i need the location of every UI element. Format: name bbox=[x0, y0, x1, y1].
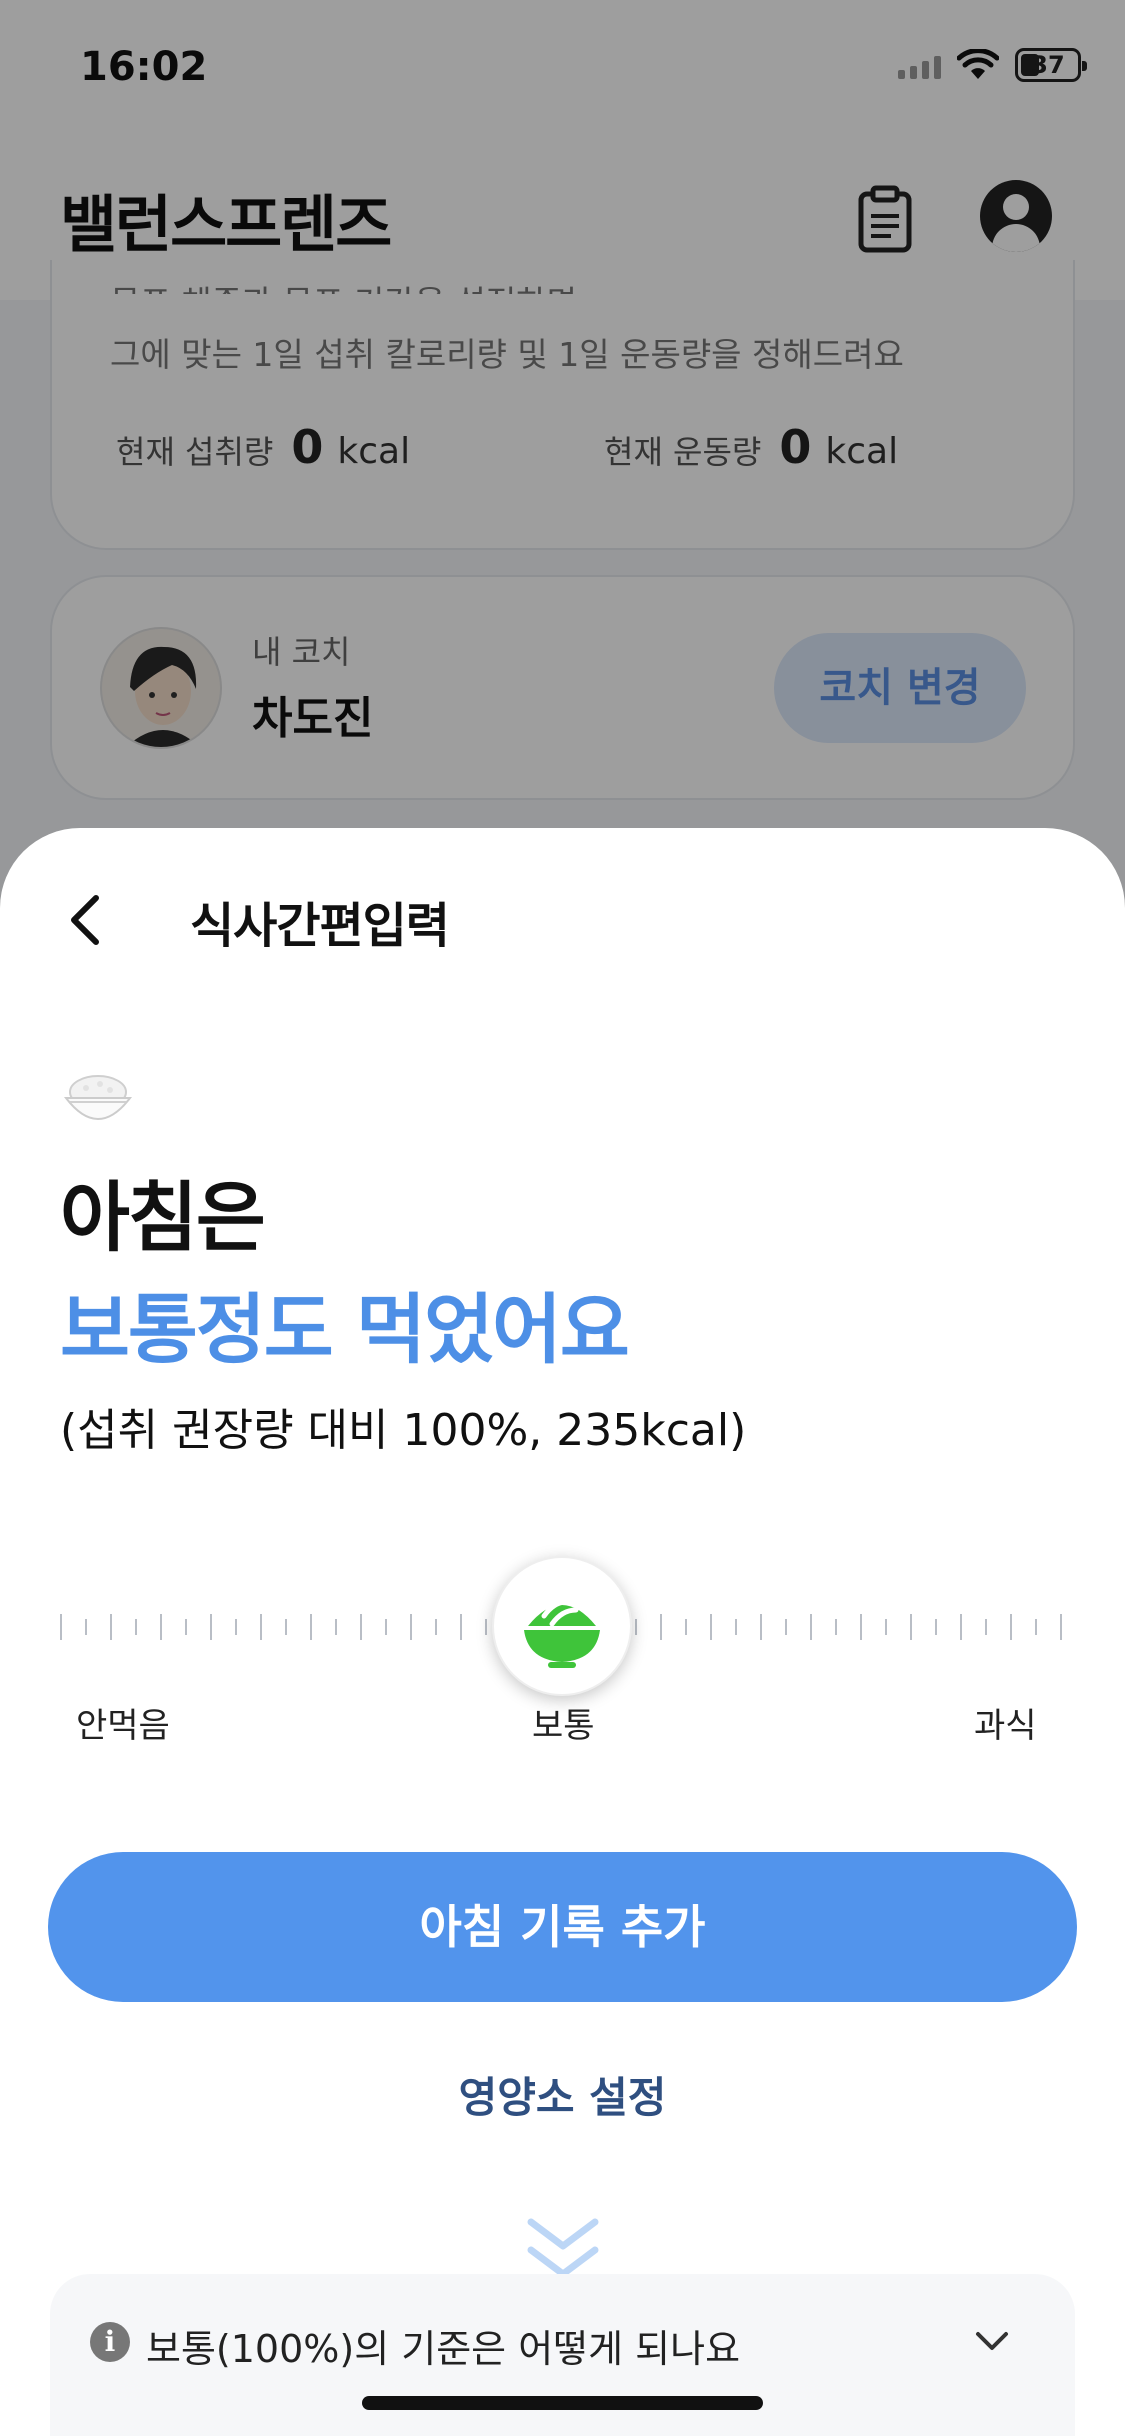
slider-tick bbox=[185, 1619, 187, 1635]
slider-tick bbox=[635, 1619, 637, 1635]
slider-tick bbox=[285, 1619, 287, 1635]
slider-tick bbox=[810, 1614, 812, 1640]
slider-tick bbox=[335, 1619, 337, 1635]
slider-max-label: 과식 bbox=[974, 1706, 1037, 1746]
slider-tick bbox=[785, 1619, 787, 1635]
slider-tick bbox=[310, 1614, 312, 1640]
back-icon[interactable] bbox=[58, 880, 118, 960]
rice-bowl-icon bbox=[60, 1066, 136, 1136]
quick-meal-sheet: 식사간편입력 아침은 보통정도 먹었어요 (섭취 권장량 대비 100%, 23… bbox=[0, 828, 1125, 2436]
slider-tick bbox=[985, 1619, 987, 1635]
slider-tick bbox=[860, 1614, 862, 1640]
chevron-down-icon[interactable] bbox=[972, 2326, 1012, 2356]
slider-tick bbox=[460, 1614, 462, 1640]
add-breakfast-button[interactable]: 아침 기록 추가 bbox=[48, 1852, 1077, 2002]
faq-question: 보통(100%)의 기준은 어떻게 되나요 bbox=[146, 2327, 741, 2371]
slider-tick bbox=[385, 1619, 387, 1635]
slider-tick bbox=[935, 1619, 937, 1635]
slider-labels: 안먹음 보통 과식 bbox=[0, 1698, 1125, 1758]
slider-tick bbox=[485, 1619, 487, 1635]
slider-tick bbox=[760, 1614, 762, 1640]
slider-tick bbox=[910, 1614, 912, 1640]
meal-amount-text: 보통정도 먹었어요 bbox=[60, 1285, 630, 1374]
slider-tick bbox=[260, 1614, 262, 1640]
meal-detail-text: (섭취 권장량 대비 100%, 235kcal) bbox=[60, 1405, 747, 1456]
sheet-title: 식사간편입력 bbox=[190, 898, 450, 954]
slider-tick bbox=[960, 1614, 962, 1640]
slider-tick bbox=[735, 1619, 737, 1635]
home-indicator bbox=[362, 2396, 763, 2410]
slider-tick bbox=[685, 1619, 687, 1635]
slider-tick bbox=[60, 1614, 62, 1640]
slider-tick bbox=[1060, 1614, 1062, 1640]
slider-tick bbox=[210, 1614, 212, 1640]
slider-tick bbox=[660, 1614, 662, 1640]
slider-tick bbox=[235, 1619, 237, 1635]
amount-slider-knob[interactable] bbox=[492, 1556, 632, 1696]
slider-tick bbox=[135, 1619, 137, 1635]
info-icon: i bbox=[90, 2322, 130, 2362]
faq-normal-criteria[interactable]: i 보통(100%)의 기준은 어떻게 되나요 bbox=[50, 2274, 1075, 2436]
slider-min-label: 안먹음 bbox=[76, 1706, 170, 1746]
slider-tick bbox=[885, 1619, 887, 1635]
nutrient-settings-link[interactable]: 영양소 설정 bbox=[0, 2064, 1125, 2125]
slider-tick bbox=[1010, 1614, 1012, 1640]
slider-tick bbox=[110, 1614, 112, 1640]
slider-tick bbox=[835, 1619, 837, 1635]
slider-tick bbox=[360, 1614, 362, 1640]
meal-title: 아침은 bbox=[60, 1173, 266, 1262]
slider-tick bbox=[85, 1619, 87, 1635]
slider-tick bbox=[160, 1614, 162, 1640]
slider-tick bbox=[410, 1614, 412, 1640]
bowl-icon bbox=[514, 1580, 610, 1676]
slider-tick bbox=[710, 1614, 712, 1640]
slider-tick bbox=[1035, 1619, 1037, 1635]
slider-mid-label: 보통 bbox=[532, 1706, 595, 1746]
slider-tick bbox=[435, 1619, 437, 1635]
